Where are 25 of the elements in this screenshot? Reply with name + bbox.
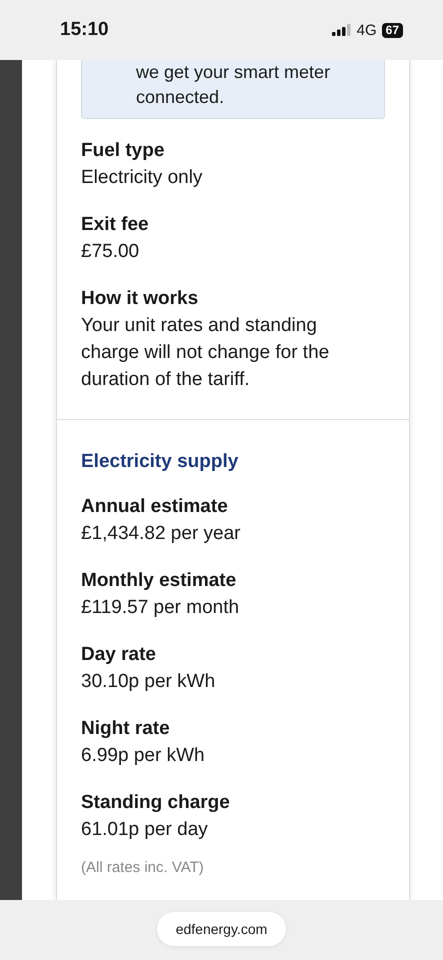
- network-label: 4G: [356, 22, 377, 38]
- detail-label: Annual estimate: [81, 495, 229, 519]
- detail-value: 61.01p per day: [81, 818, 209, 842]
- detail-label: Night rate: [81, 717, 171, 741]
- detail-label: Day rate: [81, 643, 157, 667]
- detail-value: £1,434.82 per year: [81, 522, 242, 546]
- detail-label: Monthly estimate: [81, 569, 238, 593]
- detail-value: 30.10p per kWh: [81, 670, 216, 694]
- clock-time: 15:10: [60, 19, 109, 41]
- detail-value: £119.57 per month: [81, 596, 240, 620]
- detail-value: 6.99p per kWh: [81, 744, 206, 768]
- detail-value: £75.00: [81, 240, 140, 264]
- battery-indicator: 67: [382, 22, 403, 38]
- footnote: (All rates inc. VAT): [81, 859, 205, 876]
- info-text: connected.: [136, 86, 226, 109]
- detail-label: Standing charge: [81, 791, 231, 815]
- detail-value: Your unit rates and standing charge will not change for the duration of the tariff.: [81, 314, 330, 392]
- info-text: we get your smart meter: [136, 61, 332, 84]
- section-heading: Electricity supply: [81, 450, 240, 474]
- detail-label: How it works: [81, 287, 200, 311]
- signal-icon: [332, 24, 352, 36]
- url-bar[interactable]: edfenergy.com: [156, 912, 286, 946]
- detail-label: Exit fee: [81, 213, 150, 237]
- detail-label: Fuel type: [81, 139, 166, 163]
- detail-value: Electricity only: [81, 166, 204, 190]
